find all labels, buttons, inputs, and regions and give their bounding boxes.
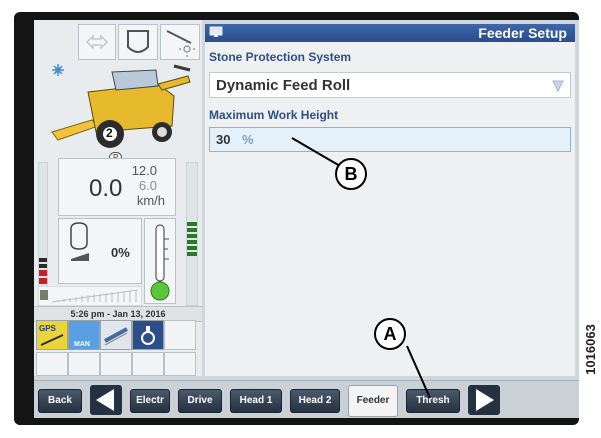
figure-id: 1016063 [583,322,601,382]
callout-b: B [335,158,367,190]
callout-a: A [374,318,406,350]
callout-leader-lines [291,137,431,399]
figure-id-text: 1016063 [582,324,598,375]
